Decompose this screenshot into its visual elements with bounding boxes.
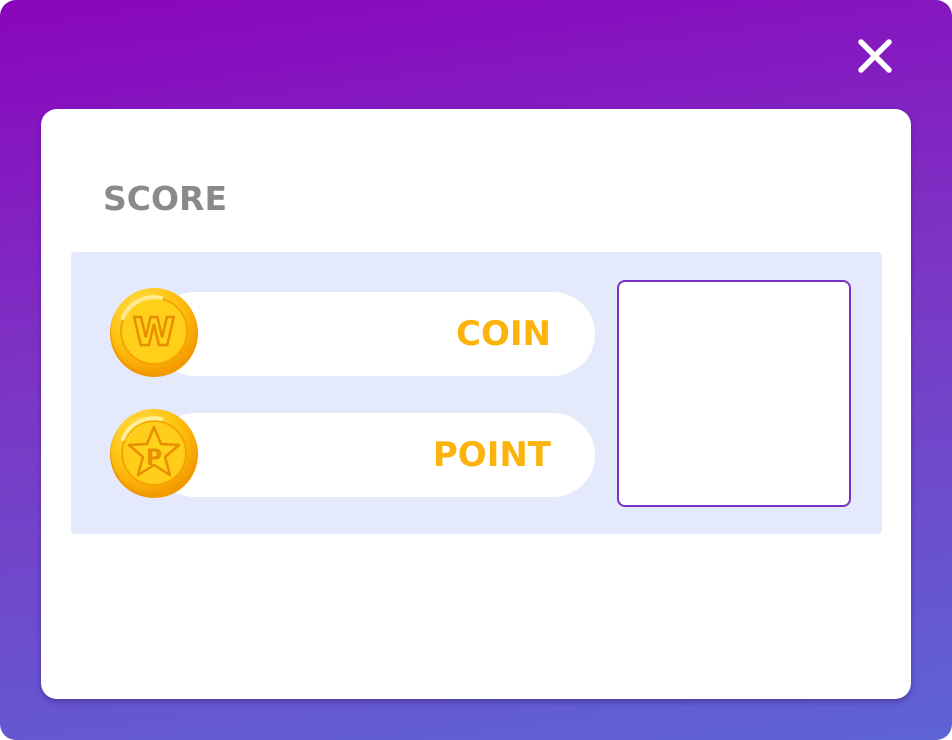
p-star-coin-icon: P bbox=[109, 409, 199, 499]
svg-text:P: P bbox=[146, 446, 162, 471]
close-icon bbox=[858, 39, 892, 73]
coin-label: COIN bbox=[456, 314, 551, 354]
score-preview-box bbox=[617, 280, 851, 507]
point-row: POINT P bbox=[109, 409, 595, 499]
point-pill: POINT bbox=[153, 413, 595, 497]
svg-text:W: W bbox=[133, 310, 175, 354]
score-card: SCORE COIN W POINT P bbox=[41, 109, 911, 699]
coin-row: COIN W bbox=[109, 288, 595, 378]
w-coin-icon: W bbox=[109, 288, 199, 378]
coin-pill: COIN bbox=[153, 292, 595, 376]
close-button[interactable] bbox=[851, 36, 899, 80]
score-dialog: SCORE COIN W POINT P bbox=[0, 0, 952, 740]
point-label: POINT bbox=[432, 435, 551, 475]
score-title: SCORE bbox=[103, 179, 227, 218]
score-panel: COIN W POINT P bbox=[71, 252, 882, 534]
